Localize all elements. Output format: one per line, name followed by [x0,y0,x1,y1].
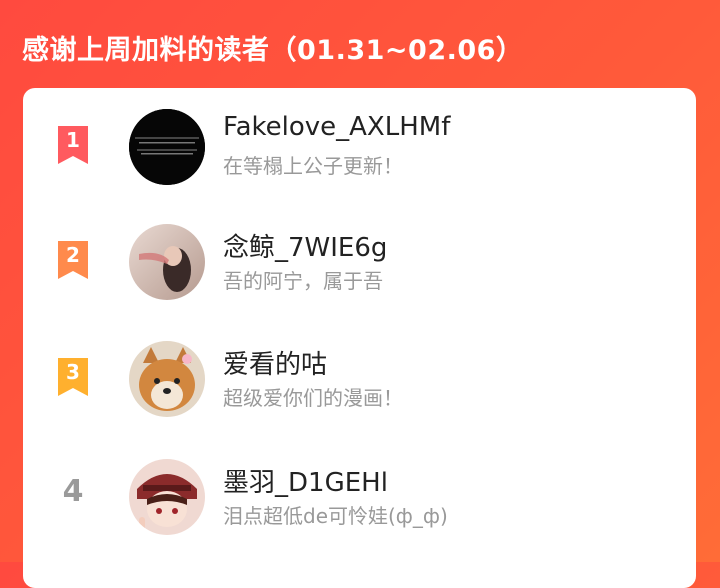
reader-list-card: 1 Fakelove_AXLHMf 在等榻上公子更新！ 2 念鲸_7WIE6g … [23,88,696,588]
rank-badge: 3 [56,356,90,398]
reader-message: 在等榻上公子更新！ [223,154,403,178]
rank-number: 1 [66,128,80,152]
list-item[interactable]: 2 念鲸_7WIE6g 吾的阿宁，属于吾 [23,203,696,303]
girl-photo-avatar-icon [129,224,205,300]
rank-number: 2 [66,243,80,267]
rank-badge: 1 [56,124,90,166]
rank-badge: 2 [56,239,90,281]
reader-message: 吾的阿宁，属于吾 [223,269,383,293]
anime-boy-avatar-icon [129,459,205,535]
reader-name[interactable]: Fakelove_AXLHMf [223,112,450,142]
reader-name[interactable]: 爱看的咕 [223,344,327,381]
reader-name[interactable]: 墨羽_D1GEHl [223,462,388,499]
shiba-dog-avatar-icon [129,341,205,417]
avatar[interactable] [129,109,205,185]
list-item[interactable]: 1 Fakelove_AXLHMf 在等榻上公子更新！ [23,88,696,188]
avatar[interactable] [129,224,205,300]
reader-name[interactable]: 念鲸_7WIE6g [223,227,387,264]
rank-badge: 4 [56,474,90,516]
list-item[interactable]: 3 爱看的咕 超级爱你们的漫画！ [23,320,696,420]
rank-number: 3 [66,360,80,384]
reader-message: 泪点超低de可怜娃(ф_ф) [223,504,448,528]
avatar[interactable] [129,459,205,535]
list-item[interactable]: 4 墨羽_D1GEHl 泪点超低de可怜娃(ф_ф) [23,438,696,538]
rank-number: 4 [62,474,84,509]
avatar[interactable] [129,341,205,417]
dark-text-avatar-icon [129,109,205,185]
page-title: 感谢上周加料的读者（01.31~02.06） [22,35,524,66]
reader-message: 超级爱你们的漫画！ [223,386,403,410]
